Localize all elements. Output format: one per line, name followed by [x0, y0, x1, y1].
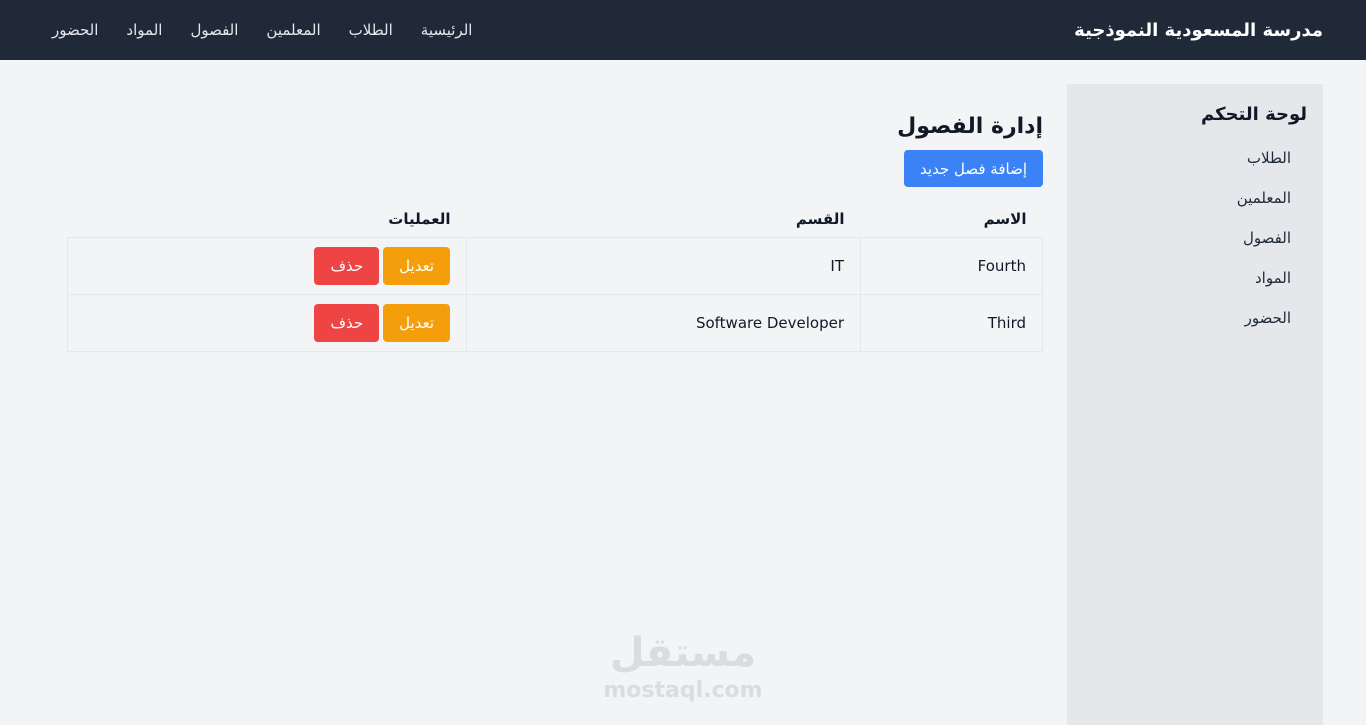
nav-link-students[interactable]: الطلاب: [349, 21, 393, 39]
table-header-row: الاسم القسم العمليات: [68, 201, 1043, 237]
watermark-arabic: مستقل: [609, 630, 757, 676]
sidebar-item-teachers[interactable]: المعلمين: [1083, 187, 1307, 227]
nav-link-attendance[interactable]: الحضور: [52, 21, 98, 39]
cell-name: Third: [860, 293, 1043, 352]
cell-department: IT: [466, 236, 861, 295]
classes-table: الاسم القسم العمليات Fourth IT تعديلحذف …: [67, 201, 1043, 352]
edit-button[interactable]: تعديل: [383, 303, 450, 342]
sidebar-item-classes[interactable]: الفصول: [1083, 227, 1307, 267]
nav-link-teachers[interactable]: المعلمين: [266, 21, 320, 39]
sidebar: لوحة التحكم الطلاب المعلمين الفصول الموا…: [1067, 84, 1323, 725]
cell-department: Software Developer: [466, 293, 861, 352]
sidebar-title: لوحة التحكم: [1200, 104, 1307, 125]
column-header-name: الاسم: [983, 209, 1027, 228]
main-content: إدارة الفصول إضافة فصل جديد الاسم القسم …: [67, 84, 1043, 352]
nav-link-subjects[interactable]: المواد: [126, 21, 162, 39]
nav-links: الرئيسية الطلاب المعلمين الفصول المواد ا…: [52, 21, 472, 39]
edit-button[interactable]: تعديل: [383, 246, 450, 285]
column-header-actions: العمليات: [388, 209, 451, 228]
cell-name: Fourth: [860, 236, 1043, 295]
sidebar-item-attendance[interactable]: الحضور: [1083, 307, 1307, 347]
column-header-department: القسم: [795, 209, 845, 228]
cell-actions: تعديلحذف: [67, 236, 467, 295]
delete-button[interactable]: حذف: [314, 303, 380, 342]
top-navbar: مدرسة المسعودية النموذجية الرئيسية الطلا…: [0, 0, 1366, 60]
table-row: Fourth IT تعديلحذف: [67, 236, 1043, 295]
sidebar-item-students[interactable]: الطلاب: [1083, 147, 1307, 187]
nav-link-classes[interactable]: الفصول: [190, 21, 238, 39]
sidebar-item-subjects[interactable]: المواد: [1083, 267, 1307, 307]
watermark-latin: mostaql.com: [603, 678, 763, 703]
watermark-logo: مستقل mostaql.com: [600, 628, 766, 704]
table-row: Third Software Developer تعديلحذف: [67, 293, 1043, 352]
page-title: إدارة الفصول: [897, 114, 1043, 139]
add-class-button[interactable]: إضافة فصل جديد: [904, 150, 1043, 187]
brand-title[interactable]: مدرسة المسعودية النموذجية: [1074, 20, 1323, 41]
delete-button[interactable]: حذف: [314, 246, 380, 285]
cell-actions: تعديلحذف: [67, 293, 467, 352]
nav-link-home[interactable]: الرئيسية: [421, 21, 473, 39]
